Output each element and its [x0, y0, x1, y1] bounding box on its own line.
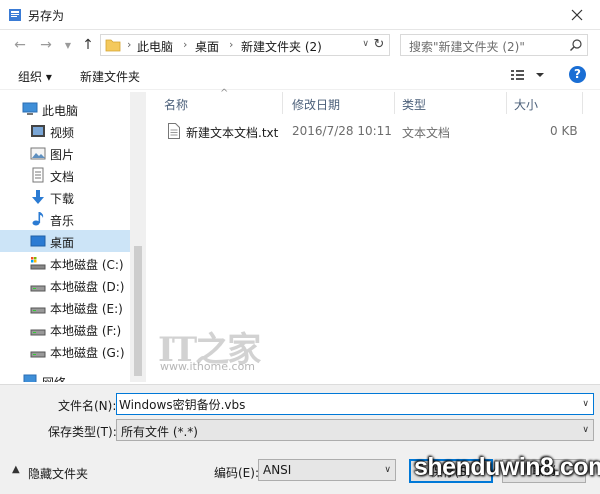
pictures-folder-icon — [30, 147, 46, 160]
hide-folders-label: 隐藏文件夹 — [28, 467, 89, 481]
desktop-icon — [30, 235, 46, 247]
nav-item-drive-e[interactable]: 本地磁盘 (E:) — [0, 296, 130, 318]
nav-item-pictures[interactable]: 图片 — [0, 142, 130, 164]
filename-input[interactable] — [119, 396, 559, 412]
forward-arrow-icon: → — [40, 37, 52, 53]
filename-field[interactable]: ∨ — [116, 393, 594, 415]
music-note-icon — [32, 212, 44, 226]
chevron-down-icon: ∨ — [384, 465, 391, 475]
breadcrumb-current-folder[interactable]: 新建文件夹 (2) — [241, 38, 322, 55]
drive-icon — [30, 307, 46, 314]
organize-menu[interactable]: 组织 ▾ — [18, 68, 52, 85]
search-box[interactable]: 搜索"新建文件夹 (2)" — [400, 34, 588, 56]
navigation-pane: 此电脑 视频 图片 文档 下载 音乐 桌面 本地磁盘 (C:) 本地磁盘 (D:… — [0, 92, 146, 382]
drive-icon — [30, 351, 46, 358]
chevron-down-icon: ∨ — [582, 425, 589, 435]
search-placeholder: 搜索"新建文件夹 (2)" — [409, 40, 525, 54]
details-view-icon — [511, 70, 544, 80]
encoding-select[interactable]: ANSI ∨ — [258, 459, 396, 481]
column-header-modified[interactable]: 修改日期 — [292, 92, 340, 114]
download-arrow-icon — [32, 190, 44, 204]
column-divider[interactable] — [282, 92, 283, 114]
encoding-label: 编码(E): — [214, 466, 259, 480]
breadcrumb-separator-icon: › — [183, 38, 188, 51]
chevron-down-icon: ▼ — [64, 40, 72, 50]
network-icon — [23, 374, 37, 382]
column-divider[interactable] — [394, 92, 395, 114]
file-name: 新建文本文档.txt — [186, 126, 279, 140]
command-bar: 组织 ▾ 新建文件夹 ? — [0, 60, 600, 90]
nav-item-music[interactable]: 音乐 — [0, 208, 130, 230]
recent-locations-button[interactable]: ▼ — [58, 35, 78, 55]
title-bar: 另存为 — [0, 0, 600, 30]
nav-item-videos[interactable]: 视频 — [0, 120, 130, 142]
system-drive-icon — [30, 257, 46, 270]
forward-button[interactable]: → — [36, 35, 56, 55]
chevron-down-icon[interactable]: ∨ — [582, 399, 589, 409]
notepad-app-icon — [9, 9, 21, 21]
file-size: 0 KB — [550, 124, 578, 138]
chevron-up-icon: ▲ — [12, 464, 20, 475]
column-header-type[interactable]: 类型 — [402, 92, 426, 114]
column-divider[interactable] — [582, 92, 583, 114]
breadcrumb-this-pc[interactable]: 此电脑 — [137, 38, 173, 55]
drive-icon — [30, 285, 46, 292]
address-bar[interactable]: › 此电脑 › 桌面 › 新建文件夹 (2) ∨ ↻ — [100, 34, 390, 56]
documents-folder-icon — [32, 167, 44, 183]
file-modified: 2016/7/28 10:11 — [292, 124, 392, 138]
back-button[interactable]: ← — [10, 35, 30, 55]
breadcrumb-separator-icon: › — [229, 38, 234, 51]
nav-item-documents[interactable]: 文档 — [0, 164, 130, 186]
back-arrow-icon: ← — [14, 37, 26, 53]
breadcrumb-separator-icon: › — [127, 38, 132, 51]
close-icon — [571, 9, 583, 21]
nav-item-network[interactable]: 网络 — [0, 370, 130, 382]
breadcrumb-desktop[interactable]: 桌面 — [195, 38, 219, 55]
help-button[interactable]: ? — [569, 66, 586, 83]
filetype-label: 保存类型(T): — [48, 425, 117, 439]
close-button[interactable] — [554, 0, 600, 30]
folder-icon — [105, 39, 121, 52]
encoding-value: ANSI — [263, 463, 292, 477]
ithome-url: www.ithome.com — [160, 360, 256, 373]
text-file-icon — [168, 123, 180, 139]
change-view-button[interactable] — [510, 67, 546, 83]
filename-label: 文件名(N): — [58, 399, 117, 413]
address-dropdown-icon[interactable]: ∨ — [362, 39, 369, 49]
file-row[interactable]: 新建文本文档.txt 2016/7/28 10:11 文本文档 0 KB — [164, 120, 586, 142]
ithome-watermark: IT之家 www.ithome.com — [158, 322, 261, 373]
nav-scrollbar-thumb[interactable] — [134, 246, 142, 376]
file-type: 文本文档 — [402, 126, 451, 140]
nav-item-drive-c[interactable]: 本地磁盘 (C:) — [0, 252, 130, 274]
up-arrow-icon: ↑ — [82, 37, 94, 53]
nav-item-downloads[interactable]: 下载 — [0, 186, 130, 208]
video-folder-icon — [31, 125, 45, 137]
nav-item-drive-d[interactable]: 本地磁盘 (D:) — [0, 274, 130, 296]
nav-item-desktop[interactable]: 桌面 — [0, 230, 130, 252]
column-header-name[interactable]: 名称 — [164, 92, 188, 114]
sort-ascending-icon: ^ — [220, 88, 229, 99]
column-header-size[interactable]: 大小 — [514, 92, 538, 114]
column-divider[interactable] — [506, 92, 507, 114]
up-button[interactable]: ↑ — [78, 35, 98, 55]
shenduwin8-watermark: shenduwin8.com — [414, 453, 600, 481]
address-row: ← → ▼ ↑ › 此电脑 › 桌面 › 新建文件夹 (2) ∨ ↻ 搜索"新建… — [0, 30, 600, 60]
computer-icon — [22, 102, 38, 115]
nav-item-drive-g[interactable]: 本地磁盘 (G:) — [0, 340, 130, 362]
nav-item-this-pc[interactable]: 此电脑 — [0, 98, 130, 120]
drive-icon — [30, 329, 46, 336]
refresh-icon[interactable]: ↻ — [371, 37, 387, 53]
filetype-select[interactable]: 所有文件 (*.*) ∨ — [116, 419, 594, 441]
filetype-value: 所有文件 (*.*) — [121, 425, 198, 439]
search-icon — [570, 39, 582, 51]
window-title: 另存为 — [28, 9, 65, 23]
new-folder-button[interactable]: 新建文件夹 — [80, 68, 140, 85]
nav-item-drive-f[interactable]: 本地磁盘 (F:) — [0, 318, 130, 340]
